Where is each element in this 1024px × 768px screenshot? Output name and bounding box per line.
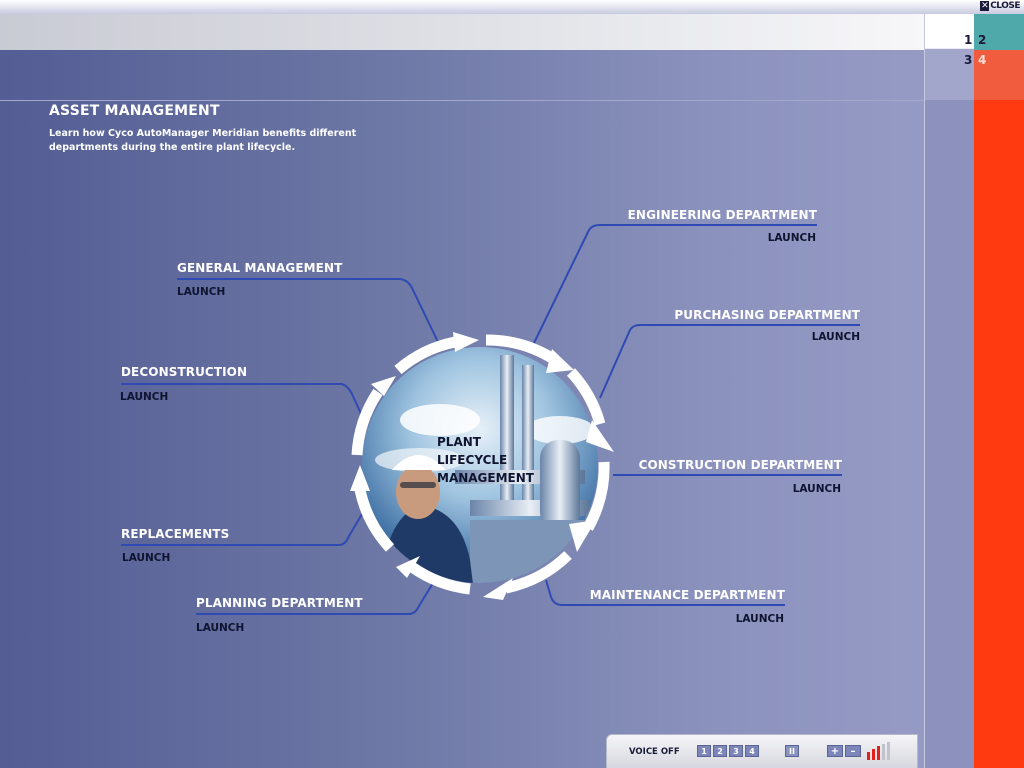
launch-planning[interactable]: LAUNCH [196, 622, 244, 634]
dept-engineering: ENGINEERING DEPARTMENT [627, 208, 817, 222]
center-line-2: LIFECYCLE [437, 453, 508, 467]
lifecycle-diagram [350, 332, 614, 600]
pause-button[interactable]: II [785, 745, 799, 757]
playback-controls: VOICE OFF 1 2 3 4 II + – [606, 734, 918, 768]
lifecycle-center-label: PLANT LIFECYCLE MANAGEMENT [437, 433, 534, 487]
dept-planning: PLANNING DEPARTMENT [196, 596, 363, 610]
center-line-1: PLANT [437, 435, 481, 449]
dept-maintenance: MAINTENANCE DEPARTMENT [589, 588, 785, 602]
launch-deconstruction[interactable]: LAUNCH [120, 391, 168, 403]
launch-construction[interactable]: LAUNCH [793, 483, 841, 495]
launch-purchasing[interactable]: LAUNCH [812, 331, 860, 343]
volume-up-button[interactable]: + [827, 745, 843, 757]
volume-down-button[interactable]: – [845, 745, 861, 757]
dept-general-management: GENERAL MANAGEMENT [177, 261, 343, 275]
control-page-4[interactable]: 4 [745, 745, 759, 757]
control-page-1[interactable]: 1 [697, 745, 711, 757]
stage: ✕ CLOSE 1 2 3 4 ASSET MANAGEMENT Learn ho… [0, 0, 1024, 768]
launch-engineering[interactable]: LAUNCH [768, 232, 816, 244]
voice-toggle[interactable]: VOICE OFF [629, 747, 680, 757]
dept-replacements: REPLACEMENTS [121, 527, 230, 541]
launch-maintenance[interactable]: LAUNCH [736, 613, 784, 625]
dept-purchasing: PURCHASING DEPARTMENT [674, 308, 860, 322]
launch-replacements[interactable]: LAUNCH [122, 552, 170, 564]
center-line-3: MANAGEMENT [437, 471, 534, 485]
dept-construction: CONSTRUCTION DEPARTMENT [638, 458, 842, 472]
dept-deconstruction: DECONSTRUCTION [121, 365, 248, 379]
control-page-3[interactable]: 3 [729, 745, 743, 757]
launch-general-management[interactable]: LAUNCH [177, 286, 225, 298]
control-page-2[interactable]: 2 [713, 745, 727, 757]
